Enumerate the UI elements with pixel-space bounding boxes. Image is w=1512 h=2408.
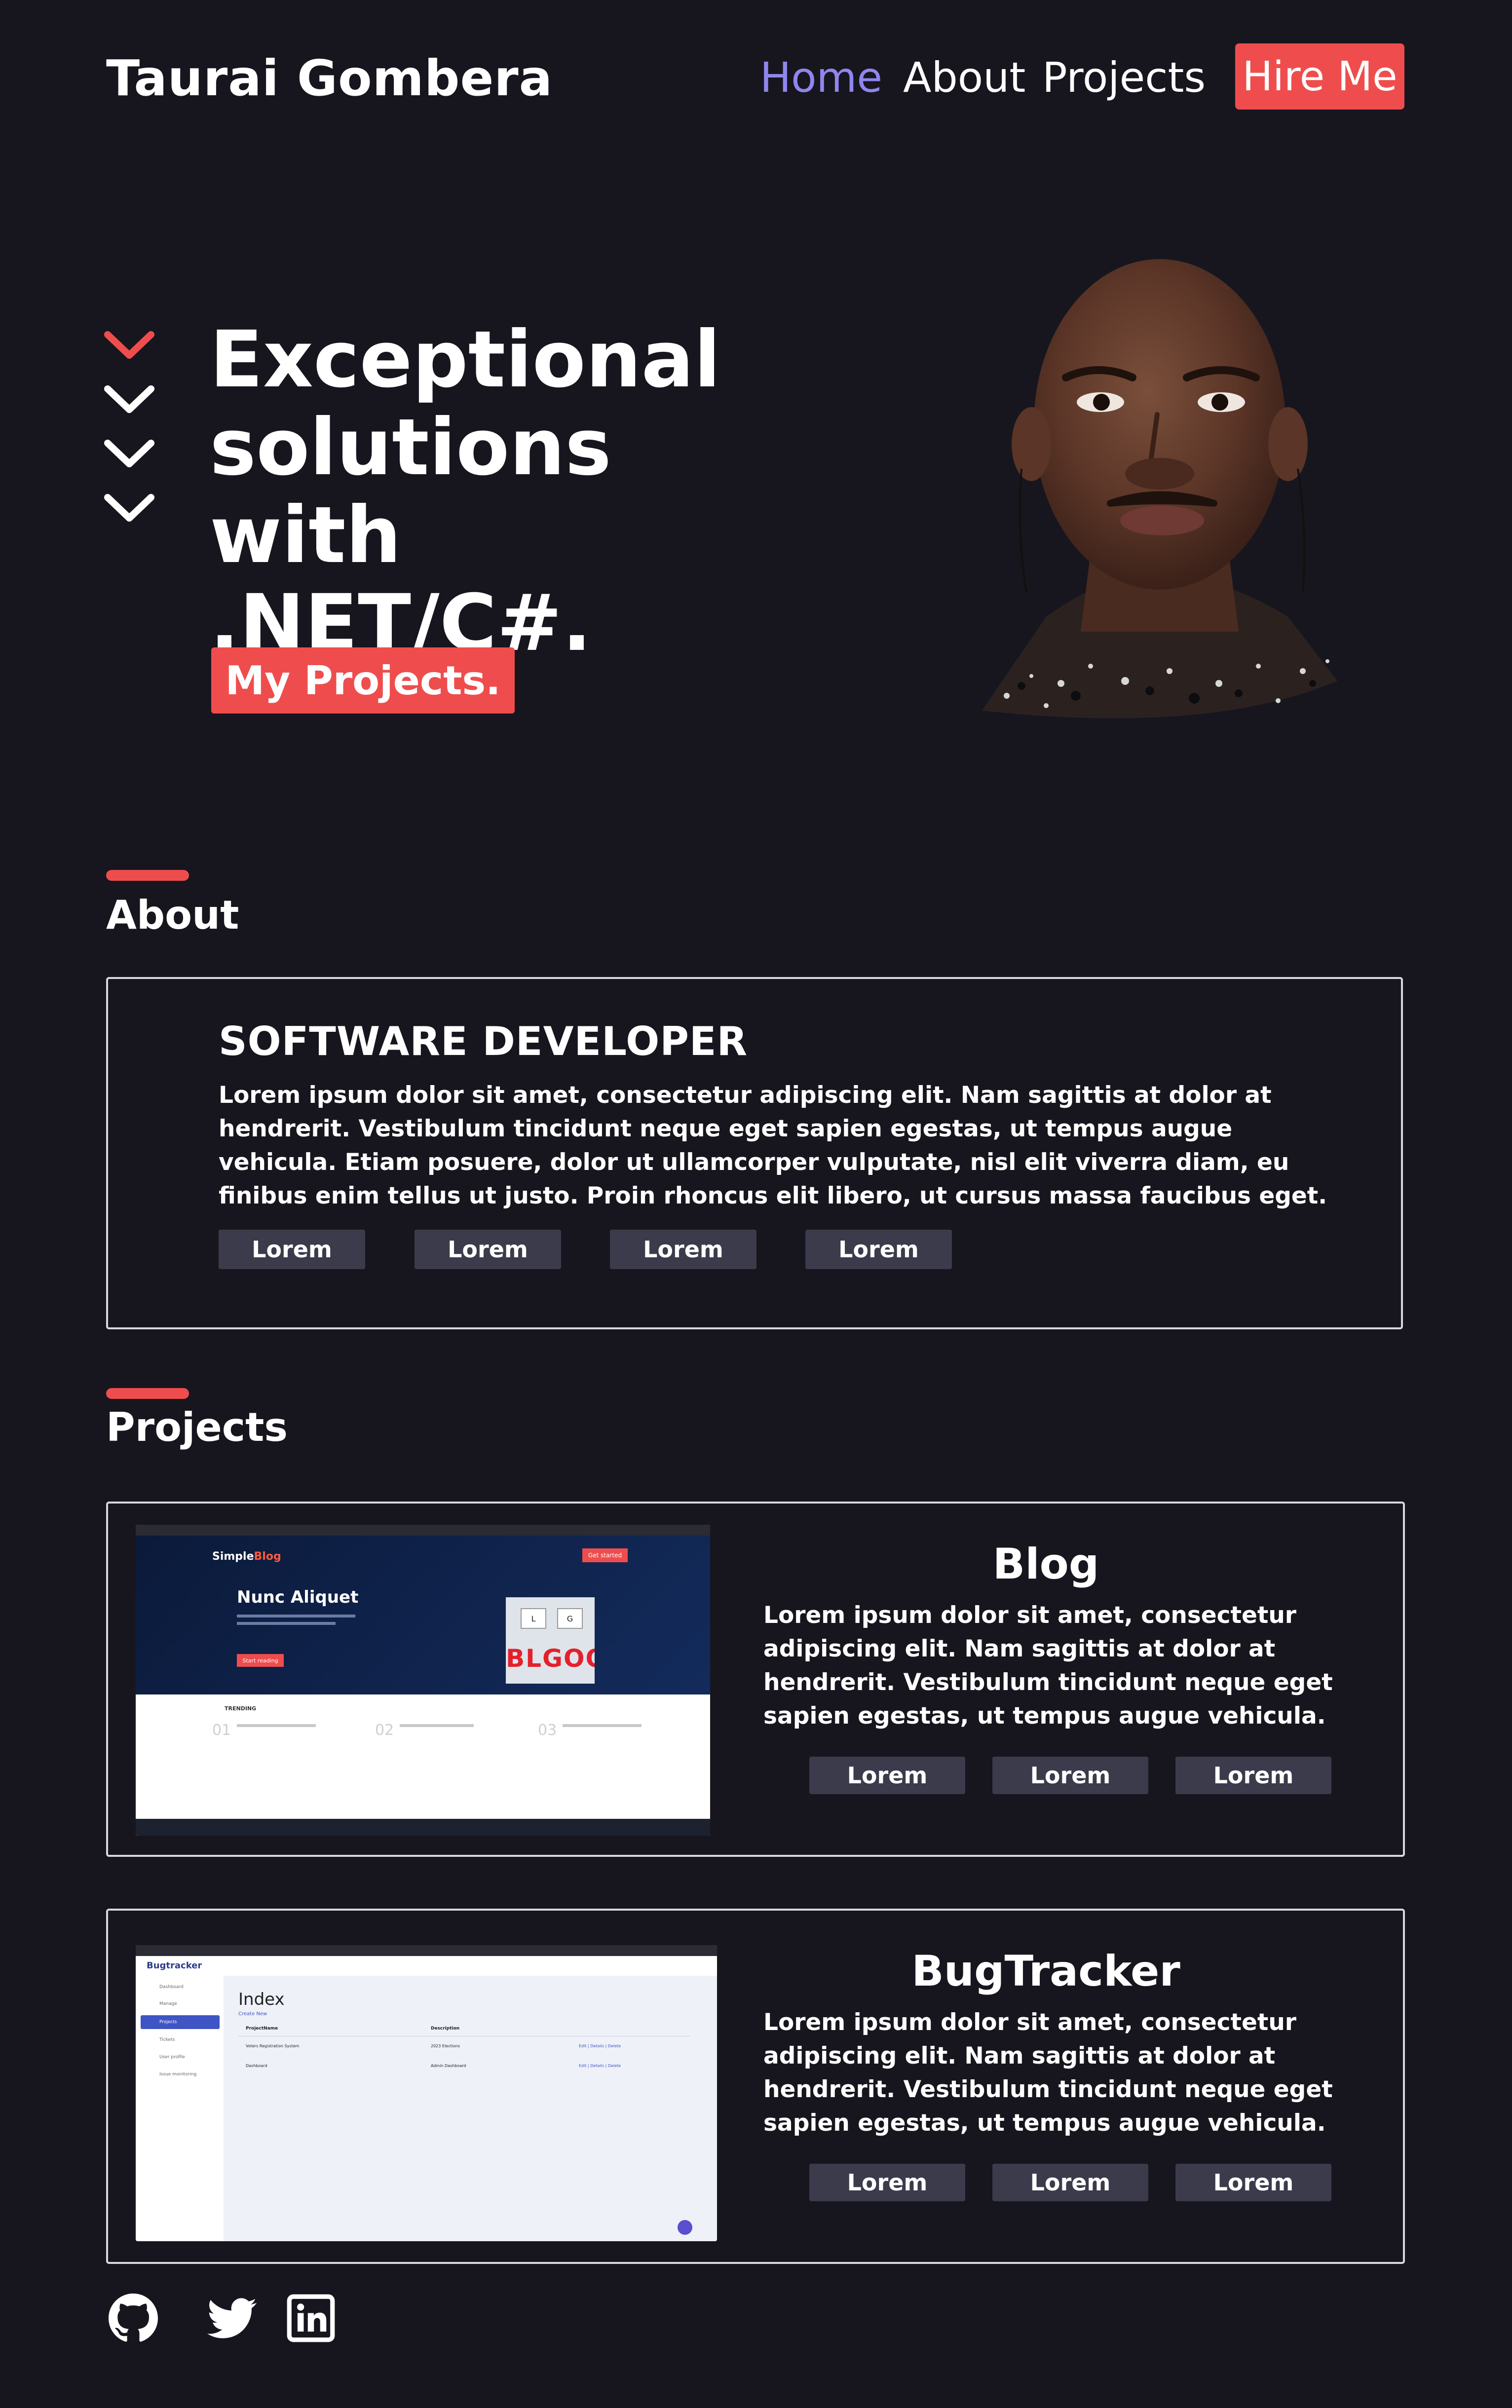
bt-cell: Edit | Details | Delete (579, 2064, 621, 2068)
hero-title: Exceptional solutions with .NET/C#. (210, 316, 802, 667)
project-tag: Lorem (809, 2164, 965, 2201)
blog-logo: SimpleBlog (212, 1550, 281, 1563)
hire-me-button[interactable]: Hire Me (1235, 43, 1404, 110)
key-cap: G (557, 1608, 583, 1629)
chevron-down-icon (104, 385, 154, 413)
bt-create-link: Create New (238, 2011, 267, 2017)
bt-cell: Edit | Details | Delete (579, 2044, 621, 2048)
blog-hero: SimpleBlog Get started Nunc Aliquet Star… (136, 1536, 710, 1694)
trending-number: 03 (538, 1722, 557, 1739)
blog-text-line (563, 1724, 642, 1727)
project-tag: Lorem (992, 2164, 1148, 2201)
bt-page-title: Index (238, 1990, 285, 2009)
blog-text-line (237, 1615, 355, 1618)
bt-fab (678, 2220, 692, 2235)
bt-cell: Admin Dashboard (431, 2064, 466, 2068)
bt-side-item: Tickets (159, 2037, 175, 2042)
key-cap: L (521, 1608, 546, 1629)
project-description-blog: Lorem ipsum dolor sit amet, consectetur … (763, 1602, 1333, 1730)
bt-logo: Bugtracker (147, 1960, 202, 1971)
blog-text-line (237, 1724, 316, 1727)
hero-title-line: solutions with (210, 402, 611, 581)
blog-get-started: Get started (582, 1548, 628, 1562)
project-title-bugtracker: BugTracker (911, 1947, 1180, 1996)
twitter-icon[interactable] (207, 2294, 257, 2343)
nav-projects[interactable]: Projects (1042, 53, 1206, 102)
bugtracker-screenshot[interactable]: Bugtracker Dashboard Manage Projects Tic… (136, 1945, 717, 2241)
key-word: BLGOO (506, 1644, 595, 1673)
browser-bar (136, 1945, 717, 1956)
skill-tag: Lorem (805, 1230, 952, 1269)
project-tag: Lorem (1175, 2164, 1331, 2201)
nav-home[interactable]: Home (760, 53, 882, 102)
bt-side-item: Issue monitoring (159, 2072, 197, 2077)
brand-name[interactable]: Taurai Gombera (106, 49, 553, 107)
chevron-down-icon (104, 494, 154, 522)
project-tag: Lorem (992, 1757, 1148, 1794)
bt-sidebar: Dashboard Manage Projects Tickets User p… (136, 1976, 224, 2241)
projects-heading: Projects (106, 1404, 288, 1450)
trending-number: 02 (375, 1722, 394, 1739)
blog-screenshot[interactable]: SimpleBlog Get started Nunc Aliquet Star… (136, 1525, 710, 1836)
linkedin-icon[interactable] (286, 2294, 336, 2343)
taskbar (136, 1819, 710, 1836)
skill-tag: Lorem (610, 1230, 756, 1269)
skill-tag: Lorem (219, 1230, 365, 1269)
project-tag: Lorem (809, 1757, 965, 1794)
bt-cell: Voters Registration System (246, 2044, 300, 2048)
chevron-down-icon (104, 331, 154, 359)
blog-text-line (400, 1724, 474, 1727)
scroll-chevrons (104, 331, 158, 548)
bt-side-active: Projects (141, 2015, 220, 2029)
trending-number: 01 (212, 1722, 231, 1739)
bt-col-a: ProjectName (246, 2026, 278, 2031)
bt-main: Index Create New ProjectName Description… (224, 1976, 717, 2241)
skill-tag: Lorem (415, 1230, 561, 1269)
project-tag: Lorem (1175, 1757, 1331, 1794)
blog-headline: Nunc Aliquet (237, 1587, 359, 1607)
github-icon[interactable] (109, 2294, 158, 2343)
bt-side-item: Dashboard (159, 1985, 184, 1990)
bt-cell: Dashboard (246, 2064, 267, 2068)
blog-logo-a: Simple (212, 1550, 254, 1563)
section-accent-bar (106, 1388, 189, 1399)
blog-logo-b: Blog (254, 1550, 281, 1563)
about-description: Lorem ipsum dolor sit amet, consectetur … (219, 1082, 1327, 1209)
my-projects-button[interactable]: My Projects. (211, 647, 515, 714)
blog-read-button: Start reading (237, 1654, 284, 1667)
bt-side-item: User profile (159, 2055, 185, 2060)
hero-title-line: Exceptional (210, 314, 721, 405)
bt-topbar: Bugtracker (136, 1956, 717, 1976)
project-title-blog: Blog (992, 1540, 1099, 1589)
about-role: SOFTWARE DEVELOPER (219, 1018, 748, 1064)
blog-content: TRENDING 01 02 03 (136, 1694, 710, 1836)
blog-trending: TRENDING (225, 1705, 257, 1712)
bt-side-item: Manage (159, 2001, 177, 2006)
section-accent-bar (106, 870, 189, 881)
bt-cell: 2023 Elections (431, 2044, 460, 2048)
blog-keyboard-image: L G BLGOO (506, 1597, 595, 1684)
bt-col-b: Description (431, 2026, 460, 2031)
project-description-bugtracker: Lorem ipsum dolor sit amet, consectetur … (763, 2009, 1333, 2137)
profile-portrait (982, 259, 1337, 718)
chevron-down-icon (104, 440, 154, 467)
blog-text-line (237, 1622, 336, 1625)
nav-about[interactable]: About (903, 53, 1025, 102)
about-heading: About (106, 892, 239, 938)
browser-bar (136, 1525, 710, 1536)
